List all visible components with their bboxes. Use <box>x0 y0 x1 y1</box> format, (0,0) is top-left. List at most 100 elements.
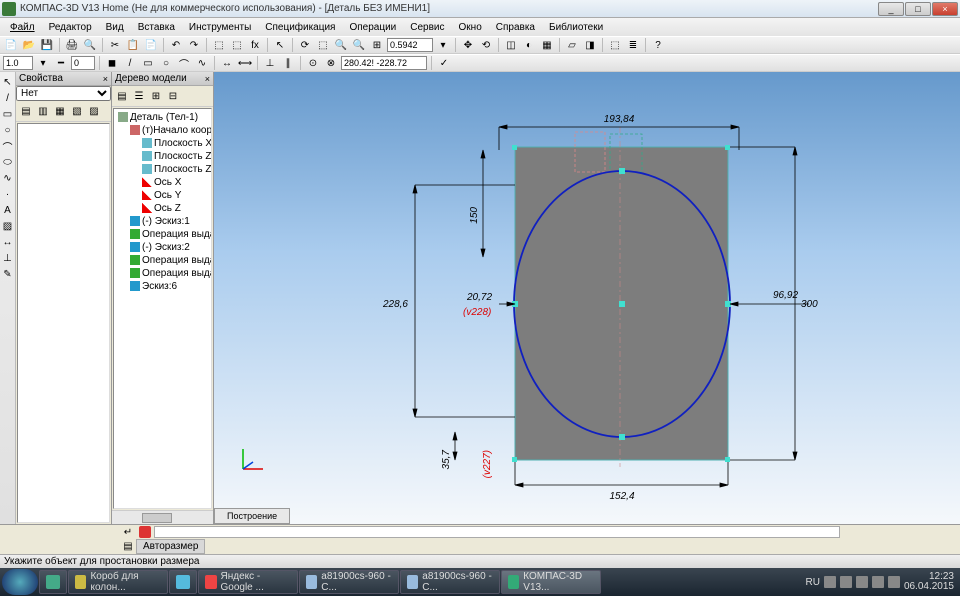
param-icon-1[interactable]: ▤ <box>120 538 136 554</box>
menu-insert[interactable]: Вставка <box>132 20 181 35</box>
tree-button[interactable]: ⬚ <box>229 37 245 53</box>
param-stop-button[interactable] <box>139 526 151 538</box>
prop-icon-5[interactable]: ▨ <box>86 103 102 119</box>
tool-arc-icon[interactable]: ⌒ <box>1 139 15 153</box>
zoom-in-button[interactable]: 🔍 <box>333 37 349 53</box>
exit-sketch-button[interactable]: ✓ <box>436 55 452 71</box>
tray-clock[interactable]: 12:2306.04.2015 <box>904 572 954 592</box>
system-tray[interactable]: RU 12:2306.04.2015 <box>805 572 958 592</box>
zoom-out-button[interactable]: 🔍 <box>351 37 367 53</box>
menu-window[interactable]: Окно <box>453 20 488 35</box>
tree-icon-1[interactable]: ▤ <box>114 88 130 104</box>
new-button[interactable]: 📄 <box>3 37 19 53</box>
zoom-fit-button[interactable]: ⊞ <box>369 37 385 53</box>
open-button[interactable]: 📂 <box>21 37 37 53</box>
rect-button[interactable]: ▭ <box>140 55 156 71</box>
dim-button[interactable]: ↔ <box>219 55 235 71</box>
snap2-button[interactable]: ⊗ <box>323 55 339 71</box>
save-button[interactable]: 💾 <box>39 37 55 53</box>
coords-input[interactable] <box>341 56 427 70</box>
build-tab[interactable]: Построение <box>214 508 290 524</box>
constr2-button[interactable]: ∥ <box>280 55 296 71</box>
taskbar-item[interactable]: Короб для колон... <box>68 570 168 594</box>
help-button[interactable]: ? <box>650 37 666 53</box>
orient-button[interactable]: ◫ <box>503 37 519 53</box>
taskbar-item[interactable]: КОМПАС-3D V13... <box>501 570 601 594</box>
spline-button[interactable]: ∿ <box>194 55 210 71</box>
minimize-button[interactable]: _ <box>878 2 904 16</box>
menu-spec[interactable]: Спецификация <box>259 20 341 35</box>
tool-spline-icon[interactable]: ∿ <box>1 171 15 185</box>
zoom-frame-button[interactable]: ⬚ <box>315 37 331 53</box>
prop-icon-1[interactable]: ▤ <box>18 103 34 119</box>
section-button[interactable]: ◨ <box>582 37 598 53</box>
menu-help[interactable]: Справка <box>490 20 541 35</box>
tray-lang[interactable]: RU <box>805 577 819 588</box>
start-button[interactable] <box>2 569 38 595</box>
prop-icon-2[interactable]: ▥ <box>35 103 51 119</box>
menu-file[interactable]: Файл <box>4 20 41 35</box>
style-button[interactable]: ━ <box>53 55 69 71</box>
copy-button[interactable]: 📋 <box>125 37 141 53</box>
close-button[interactable]: × <box>932 2 958 16</box>
step-input[interactable] <box>71 56 95 70</box>
drawing-canvas[interactable]: 193,84 300 228,6 150 20,72 (v228) 9 <box>214 72 960 524</box>
undo-button[interactable]: ↶ <box>168 37 184 53</box>
persp-button[interactable]: ▱ <box>564 37 580 53</box>
cursor-button[interactable]: ↖ <box>272 37 288 53</box>
tray-icon-1[interactable] <box>824 576 836 588</box>
tool-edit-icon[interactable]: ✎ <box>1 267 15 281</box>
tray-icon-3[interactable] <box>856 576 868 588</box>
tool-rect-icon[interactable]: ▭ <box>1 107 15 121</box>
properties-close-icon[interactable]: × <box>103 74 108 84</box>
refresh-button[interactable]: ⟳ <box>297 37 313 53</box>
shade2-button[interactable]: ⬚ <box>607 37 623 53</box>
tree-icon-4[interactable]: ⊟ <box>165 88 181 104</box>
param-input[interactable] <box>154 526 840 538</box>
menu-tools[interactable]: Инструменты <box>183 20 257 35</box>
param-tab-autodim[interactable]: Авторазмер <box>136 539 205 554</box>
menu-view[interactable]: Вид <box>100 20 130 35</box>
tool-dim-icon[interactable]: ↔ <box>1 235 15 249</box>
tool-text-icon[interactable]: A <box>1 203 15 217</box>
tray-icon-2[interactable] <box>840 576 852 588</box>
vars-button[interactable]: fx <box>247 37 263 53</box>
tool-hatch-icon[interactable]: ▨ <box>1 219 15 233</box>
model-tree[interactable]: Деталь (Тел-1) (т)Начало координат Плоск… <box>113 108 212 509</box>
dim-auto-button[interactable]: ⟷ <box>237 55 253 71</box>
tray-icon-5[interactable] <box>888 576 900 588</box>
menu-service[interactable]: Сервис <box>404 20 450 35</box>
taskbar-item[interactable]: Яндекс - Google ... <box>198 570 298 594</box>
arc-button[interactable]: ⌒ <box>176 55 192 71</box>
menu-edit[interactable]: Редактор <box>43 20 98 35</box>
zoom-value-input[interactable] <box>387 38 433 52</box>
scale-drop[interactable]: ▾ <box>35 55 51 71</box>
menu-lib[interactable]: Библиотеки <box>543 20 609 35</box>
tree-hscroll[interactable] <box>112 510 213 524</box>
tree-close-icon[interactable]: × <box>205 74 210 84</box>
menu-ops[interactable]: Операции <box>343 20 402 35</box>
properties-select[interactable]: Нет <box>16 86 111 101</box>
prop-button[interactable]: ⬚ <box>211 37 227 53</box>
tool-constr-icon[interactable]: ⊥ <box>1 251 15 265</box>
cut-button[interactable]: ✂ <box>107 37 123 53</box>
preview-button[interactable]: 🔍 <box>82 37 98 53</box>
paste-button[interactable]: 📄 <box>143 37 159 53</box>
pan-button[interactable]: ✥ <box>460 37 476 53</box>
rotate-button[interactable]: ⟲ <box>478 37 494 53</box>
constr-button[interactable]: ⊥ <box>262 55 278 71</box>
tool-select-icon[interactable]: ↖ <box>1 75 15 89</box>
print-button[interactable]: 🖨 <box>64 37 80 53</box>
circle-button[interactable]: ○ <box>158 55 174 71</box>
taskbar-item[interactable] <box>39 570 67 594</box>
tool-line-icon[interactable]: / <box>1 91 15 105</box>
layers-button[interactable]: ≣ <box>625 37 641 53</box>
line-button[interactable]: / <box>122 55 138 71</box>
tool-circle-icon[interactable]: ○ <box>1 123 15 137</box>
view-drop-button[interactable]: ▾ <box>435 37 451 53</box>
wire-button[interactable]: ▦ <box>539 37 555 53</box>
snap1-button[interactable]: ⊙ <box>305 55 321 71</box>
scale-input[interactable] <box>3 56 33 70</box>
prop-icon-3[interactable]: ▦ <box>52 103 68 119</box>
tree-icon-2[interactable]: ☰ <box>131 88 147 104</box>
